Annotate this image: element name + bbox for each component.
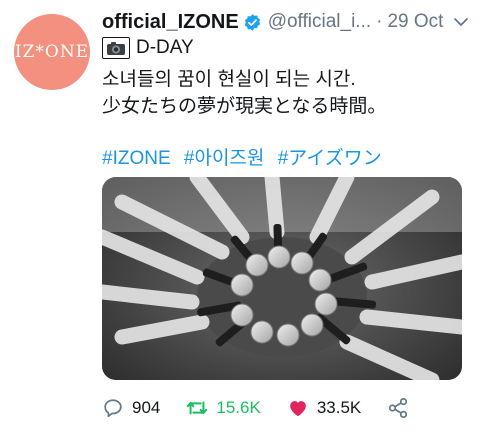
display-name[interactable]: official_IZONE bbox=[102, 11, 239, 34]
reply-button[interactable]: 904 bbox=[102, 397, 160, 419]
tweet-text-line-3: 少女たちの夢が現実となる時間。 bbox=[102, 96, 387, 117]
avatar[interactable]: IZ*ONE bbox=[14, 14, 90, 90]
retweet-count: 15.6K bbox=[216, 398, 261, 417]
reply-icon bbox=[104, 399, 122, 418]
retweet-icon bbox=[187, 401, 208, 415]
tweet-text-line-1: D-DAY bbox=[102, 37, 194, 59]
hashtag-link[interactable]: #アイズワン bbox=[278, 148, 382, 169]
tweet-photo[interactable] bbox=[102, 177, 462, 380]
avatar-logo-text: IZ*ONE bbox=[14, 42, 90, 62]
hashtag-link[interactable]: #아이즈원 bbox=[184, 148, 265, 169]
chevron-down-icon[interactable] bbox=[452, 13, 470, 31]
separator-dot: · bbox=[376, 11, 383, 32]
verified-badge-icon bbox=[244, 13, 260, 31]
share-icon bbox=[389, 397, 408, 419]
heart-icon bbox=[290, 401, 306, 417]
hashtag-link[interactable]: #IZONE bbox=[102, 148, 171, 169]
tweet-text-dday: D-DAY bbox=[136, 37, 194, 58]
tweet-date[interactable]: 29 Oct bbox=[387, 11, 443, 33]
like-count: 33.5K bbox=[316, 398, 362, 417]
tweet-actions: 904 15.6K 33.5K bbox=[102, 395, 470, 421]
handle[interactable]: @official_i... bbox=[268, 11, 371, 33]
retweet-button[interactable]: 15.6K bbox=[186, 397, 261, 419]
reply-count: 904 bbox=[132, 398, 161, 417]
share-button[interactable] bbox=[387, 397, 417, 419]
tweet-header: official_IZONE @official_i... · 29 Oct bbox=[102, 8, 470, 36]
hashtags: #IZONE #아이즈원 #アイズワン bbox=[102, 143, 390, 170]
tweet-text-line-2: 소녀들의 꿈이 현실이 되는 시간. bbox=[102, 69, 356, 90]
camera-emoji-icon bbox=[102, 37, 130, 59]
like-button[interactable]: 33.5K bbox=[287, 397, 361, 419]
photo-microphones-circle bbox=[102, 177, 462, 380]
